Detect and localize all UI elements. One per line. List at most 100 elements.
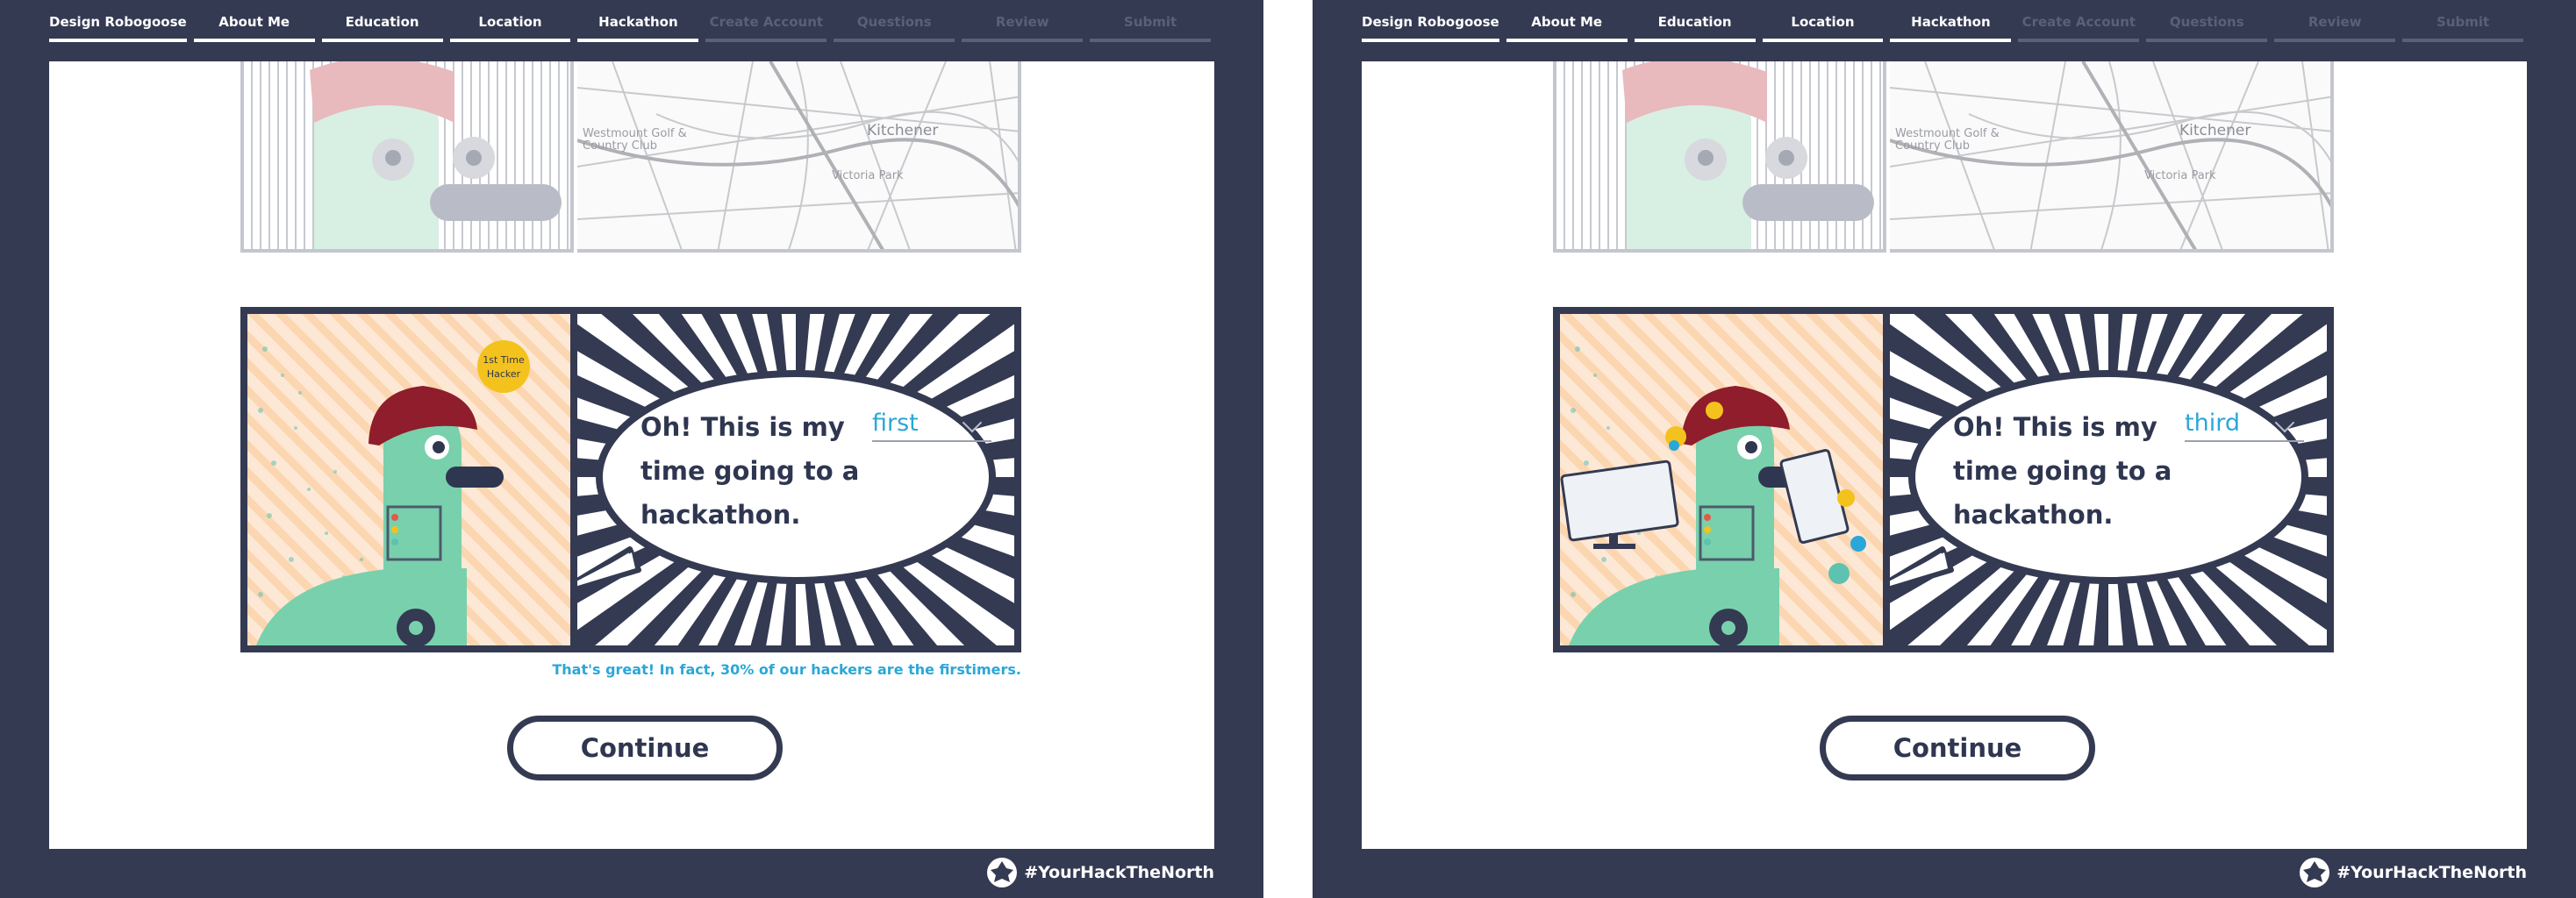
nav-label: Create Account — [709, 14, 824, 30]
previous-step-illustration: Westmount Golf & Country Club Kitchener … — [240, 61, 1021, 256]
nav-progress-bar — [321, 39, 443, 42]
nav-progress-bar — [2018, 39, 2140, 42]
right-screen: Design Robogoose About Me Education Loca… — [1313, 0, 2576, 898]
nav-progress-bar — [449, 39, 571, 42]
goose-illustration — [1622, 61, 1874, 249]
nav-label: About Me — [1531, 14, 1603, 30]
nav-item-location[interactable]: Location — [449, 12, 571, 44]
nav-progress-bar — [49, 39, 187, 42]
dropdown-value: first — [872, 410, 919, 437]
chevron-down-icon — [962, 412, 983, 433]
robogoose-illustration: 1st Time Hacker — [247, 314, 570, 645]
goose-illustration — [310, 61, 562, 249]
nav-item-design-robogoose[interactable]: Design Robogoose — [49, 12, 187, 44]
map-label-victoria-park: Victoria Park — [832, 169, 904, 182]
main-content: Westmount Golf & Country Club Kitchener … — [49, 61, 1214, 849]
location-map-faded: Westmount Golf & Country Club Kitchener … — [577, 61, 1021, 253]
nav-item-create-account: Create Account — [705, 12, 827, 44]
continue-button[interactable]: Continue — [1820, 716, 2095, 780]
nav-item-about-me[interactable]: About Me — [193, 12, 315, 44]
goose-art — [1560, 314, 1883, 645]
nav-item-design-robogoose[interactable]: Design Robogoose — [1362, 12, 1499, 44]
nav-label: Hackathon — [1911, 14, 1991, 30]
nav-progress-bar — [2146, 39, 2268, 42]
nav-item-review: Review — [962, 12, 1084, 44]
nav-item-review: Review — [2274, 12, 2396, 44]
nav-progress-bar — [834, 39, 955, 42]
nav-progress-bar — [193, 39, 315, 42]
goose-portrait-faded — [240, 61, 574, 253]
hashtag-label: #YourHackTheNorth — [1024, 863, 1214, 882]
nav-item-submit: Submit — [2402, 12, 2524, 44]
map-label-victoria-park: Victoria Park — [2144, 169, 2216, 182]
footer-hashtag[interactable]: #YourHackTheNorth — [987, 858, 1214, 887]
badge-sun — [477, 340, 530, 393]
comic-panel: Oh! This is my time going to a hackathon… — [1553, 307, 2334, 652]
nav-label: Location — [478, 14, 542, 30]
footer-hashtag[interactable]: #YourHackTheNorth — [2300, 858, 2527, 887]
hack-the-north-logo — [987, 858, 1018, 887]
hashtag-label: #YourHackTheNorth — [2336, 863, 2527, 882]
nav-progress-bar — [2402, 39, 2524, 42]
dropdown-value: third — [2185, 410, 2240, 437]
nav-label: Design Robogoose — [49, 14, 187, 30]
nav-progress-bar — [1090, 39, 1212, 42]
nav-progress-bar — [2274, 39, 2396, 42]
nav-item-hackathon[interactable]: Hackathon — [577, 12, 699, 44]
left-screen: Design Robogoose About Me Education Loca… — [0, 0, 1263, 898]
map-label-golf: Westmount Golf & Country Club — [1895, 127, 2000, 153]
nav-label: Submit — [2436, 14, 2490, 30]
progress-nav: Design Robogoose About Me Education Loca… — [1362, 12, 2524, 44]
robogoose-illustration — [1560, 314, 1883, 645]
nav-item-education[interactable]: Education — [321, 12, 443, 44]
speech-prefix: Oh! This is my — [1953, 412, 2157, 442]
hackathon-count-dropdown[interactable]: third — [2185, 409, 2304, 442]
speech-line-3: hackathon. — [1953, 500, 2114, 530]
nav-progress-bar — [1362, 39, 1499, 42]
nav-progress-bar — [1762, 39, 1884, 42]
nav-label: About Me — [218, 14, 290, 30]
chevron-down-icon — [2274, 412, 2295, 433]
nav-item-create-account: Create Account — [2018, 12, 2140, 44]
goose-portrait-faded — [1553, 61, 1886, 253]
map-streets — [1890, 61, 2330, 249]
hackathon-feedback-note: That's great! In fact, 30% of our hacker… — [552, 661, 1021, 678]
speech-prefix: Oh! This is my — [640, 412, 845, 442]
nav-item-about-me[interactable]: About Me — [1506, 12, 1628, 44]
nav-label: Hackathon — [598, 14, 678, 30]
nav-progress-bar — [1890, 39, 2012, 42]
speech-line-2: time going to a — [1953, 456, 2172, 486]
nav-item-education[interactable]: Education — [1634, 12, 1756, 44]
nav-item-location[interactable]: Location — [1762, 12, 1884, 44]
svg-text:Hacker: Hacker — [487, 368, 521, 380]
nav-label: Questions — [2169, 14, 2244, 30]
previous-step-illustration: Westmount Golf & Country Club Kitchener … — [1553, 61, 2334, 256]
continue-button[interactable]: Continue — [507, 716, 783, 780]
nav-progress-bar — [705, 39, 827, 42]
location-map-faded: Westmount Golf & Country Club Kitchener … — [1890, 61, 2334, 253]
map-label-golf: Westmount Golf & Country Club — [583, 127, 687, 153]
nav-label: Design Robogoose — [1362, 14, 1499, 30]
speech-line-2: time going to a — [640, 456, 860, 486]
nav-item-questions: Questions — [834, 12, 955, 44]
progress-nav: Design Robogoose About Me Education Loca… — [49, 12, 1212, 44]
hack-the-north-logo — [2300, 858, 2330, 887]
nav-progress-bar — [962, 39, 1084, 42]
map-label-kitchener: Kitchener — [2179, 122, 2251, 139]
nav-label: Education — [1657, 14, 1732, 30]
comic-panel: 1st Time Hacker Oh! This is my time goin… — [240, 307, 1021, 652]
speech-line-3: hackathon. — [640, 500, 801, 530]
nav-label: Create Account — [2021, 14, 2136, 30]
hackathon-count-dropdown[interactable]: first — [872, 409, 991, 442]
svg-text:1st Time: 1st Time — [483, 354, 525, 366]
nav-item-submit: Submit — [1090, 12, 1212, 44]
nav-label: Submit — [1124, 14, 1177, 30]
map-streets — [577, 61, 1018, 249]
nav-label: Education — [345, 14, 419, 30]
nav-item-hackathon[interactable]: Hackathon — [1890, 12, 2012, 44]
nav-progress-bar — [1506, 39, 1628, 42]
map-label-kitchener: Kitchener — [867, 122, 939, 139]
nav-progress-bar — [577, 39, 699, 42]
nav-item-questions: Questions — [2146, 12, 2268, 44]
nav-label: Location — [1791, 14, 1855, 30]
